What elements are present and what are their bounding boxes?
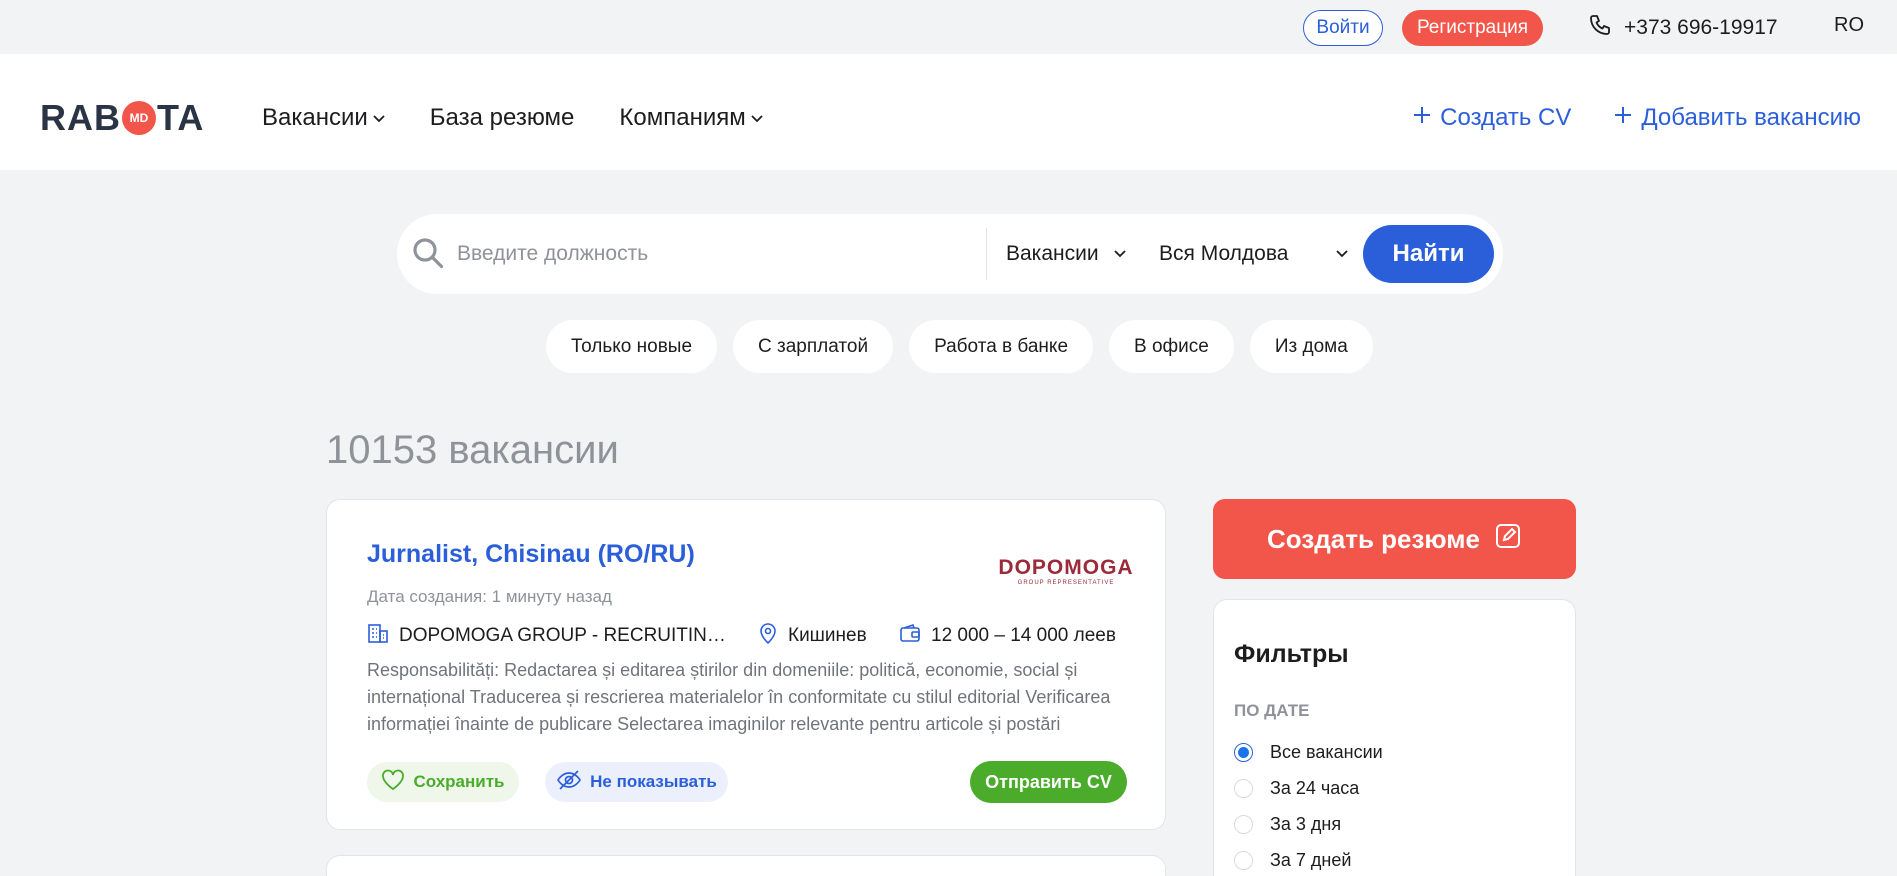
region-select[interactable]: Вся Молдова xyxy=(1159,234,1349,274)
date-filter-options: Все вакансии За 24 часа За 3 дня За 7 дн… xyxy=(1234,734,1383,876)
date-option-all[interactable]: Все вакансии xyxy=(1234,734,1383,770)
company-logo-text: DOPOMOGA xyxy=(998,555,1134,579)
company-logo[interactable]: DOPOMOGA GROUP REPRESENTATIVE xyxy=(998,552,1132,590)
plus-icon xyxy=(1613,104,1633,132)
nav-vacancies[interactable]: Вакансии xyxy=(262,104,386,132)
nav-companies[interactable]: Компаниям xyxy=(619,104,763,132)
chevron-down-icon xyxy=(1335,242,1349,266)
date-option-3d[interactable]: За 3 дня xyxy=(1234,806,1383,842)
job-created-date: Дата создания: 1 минуту назад xyxy=(367,587,612,606)
chip-in-office[interactable]: В офисе xyxy=(1109,320,1234,373)
logo-text-left: RAB xyxy=(40,97,121,138)
quick-filters: Только новые С зарплатой Работа в банке … xyxy=(546,320,1373,373)
results-count: 10153 вакансии xyxy=(326,428,619,472)
search-icon xyxy=(411,236,445,275)
chip-with-salary[interactable]: С зарплатой xyxy=(733,320,894,373)
search-type-value: Вакансии xyxy=(1006,242,1099,265)
hide-job-button[interactable]: Не показывать xyxy=(545,762,728,802)
job-card-next[interactable] xyxy=(326,855,1166,876)
radio-unchecked[interactable] xyxy=(1234,814,1253,834)
edit-icon xyxy=(1494,522,1522,557)
save-job-label: Сохранить xyxy=(413,772,505,791)
date-option-label: За 3 дня xyxy=(1270,813,1342,834)
main-header: RAB MD TA Вакансии База резюме Компаниям… xyxy=(0,54,1897,170)
register-button[interactable]: Регистрация xyxy=(1402,10,1543,46)
filter-group-date: ПО ДАТЕ xyxy=(1234,701,1310,720)
save-job-button[interactable]: Сохранить xyxy=(367,762,519,802)
building-icon xyxy=(367,622,389,650)
job-description-text: Responsabilități: Redactarea și editarea… xyxy=(367,660,1111,734)
nav-resume-base[interactable]: База резюме xyxy=(430,104,575,132)
search-type-select[interactable]: Вакансии xyxy=(1006,234,1127,274)
job-salary: 12 000 – 14 000 леев xyxy=(899,622,1116,650)
logo-badge: MD xyxy=(122,101,156,135)
language-switch[interactable]: RO xyxy=(1834,14,1864,37)
search-input[interactable] xyxy=(457,234,977,274)
logo-text-right: TA xyxy=(157,97,205,138)
plus-icon xyxy=(1412,104,1432,132)
search-divider xyxy=(986,228,987,280)
job-location: Кишинев xyxy=(758,622,899,650)
date-option-label: Все вакансии xyxy=(1270,741,1383,762)
eye-off-icon xyxy=(556,769,582,796)
chevron-down-icon xyxy=(372,104,386,132)
add-vacancy-label: Добавить вакансию xyxy=(1641,104,1861,131)
search-bar: Вакансии Вся Молдова Найти xyxy=(397,214,1503,294)
create-resume-button[interactable]: Создать резюме xyxy=(1213,499,1576,579)
job-location-text: Кишинев xyxy=(788,625,867,646)
create-resume-label: Создать резюме xyxy=(1267,523,1480,554)
chevron-down-icon xyxy=(1113,242,1127,266)
phone-icon xyxy=(1588,13,1612,43)
radio-unchecked[interactable] xyxy=(1234,850,1253,870)
filters-title: Фильтры xyxy=(1234,640,1349,668)
heart-icon xyxy=(381,769,405,796)
radio-checked[interactable] xyxy=(1234,742,1253,762)
job-meta: DOPOMOGA GROUP - RECRUITING COMPANY Киши… xyxy=(367,621,1116,651)
chip-bank-jobs[interactable]: Работа в банке xyxy=(909,320,1094,373)
job-title-link[interactable]: Jurnalist, Chisinau (RO/RU) xyxy=(367,540,695,569)
filters-panel: Фильтры ПО ДАТЕ Все вакансии За 24 часа … xyxy=(1213,599,1576,876)
location-pin-icon xyxy=(758,622,778,650)
job-company-name: DOPOMOGA GROUP - RECRUITING COMPANY xyxy=(399,625,732,646)
create-cv-label: Создать CV xyxy=(1440,104,1572,131)
login-button[interactable]: Войти xyxy=(1303,10,1383,46)
nav-resume-base-label: База резюме xyxy=(429,104,575,131)
chevron-down-icon xyxy=(750,104,764,132)
region-value: Вся Молдова xyxy=(1159,242,1289,265)
send-cv-button[interactable]: Отправить CV xyxy=(970,761,1127,803)
add-vacancy-link[interactable]: Добавить вакансию xyxy=(1613,104,1861,132)
date-option-7d[interactable]: За 7 дней xyxy=(1234,842,1383,876)
chip-only-new[interactable]: Только новые xyxy=(546,320,718,373)
hide-job-label: Не показывать xyxy=(590,772,717,791)
company-logo-subtext: GROUP REPRESENTATIVE xyxy=(1017,579,1115,586)
date-option-24h[interactable]: За 24 часа xyxy=(1234,770,1383,806)
nav-vacancies-label: Вакансии xyxy=(262,104,368,131)
site-logo[interactable]: RAB MD TA xyxy=(40,97,205,138)
phone-link[interactable]: +373 696-19917 xyxy=(1588,13,1778,43)
nav-companies-label: Компаниям xyxy=(619,104,746,131)
chip-from-home[interactable]: Из дома xyxy=(1249,320,1373,373)
job-description: Responsabilități: Redactarea și editarea… xyxy=(367,657,1127,738)
date-option-label: За 7 дней xyxy=(1270,849,1352,870)
job-card[interactable]: Jurnalist, Chisinau (RO/RU) DOPOMOGA GRO… xyxy=(326,499,1166,830)
job-company[interactable]: DOPOMOGA GROUP - RECRUITING COMPANY xyxy=(367,622,758,650)
header-actions: Создать CV Добавить вакансию xyxy=(1412,98,1861,138)
search-button[interactable]: Найти xyxy=(1363,225,1494,283)
main-nav: Вакансии База резюме Компаниям xyxy=(262,98,764,138)
job-salary-text: 12 000 – 14 000 леев xyxy=(931,625,1116,646)
date-option-label: За 24 часа xyxy=(1270,777,1360,798)
radio-unchecked[interactable] xyxy=(1234,778,1253,798)
wallet-icon xyxy=(899,622,921,650)
phone-number: +373 696-19917 xyxy=(1624,16,1778,39)
create-cv-link[interactable]: Создать CV xyxy=(1412,104,1571,132)
topbar: Войти Регистрация +373 696-19917 RO xyxy=(0,0,1897,54)
